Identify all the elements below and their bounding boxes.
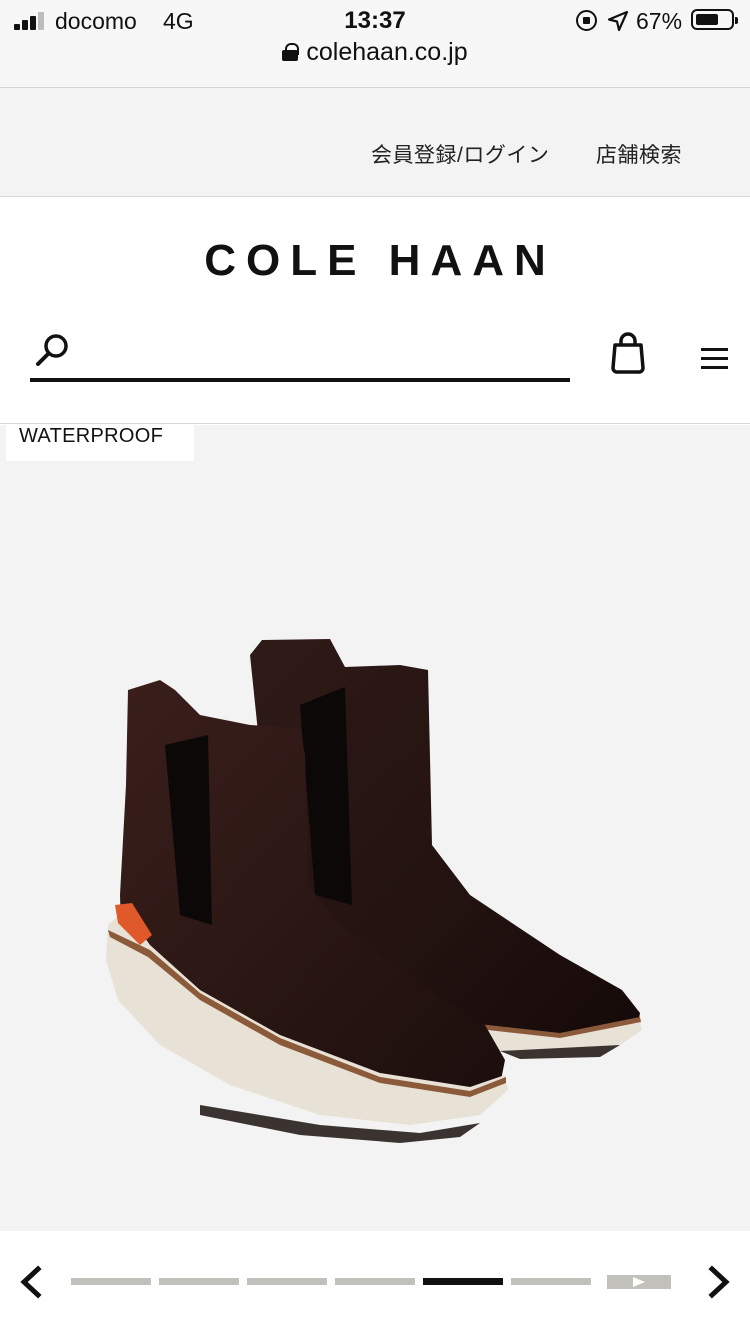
carousel-dot[interactable] xyxy=(71,1278,151,1285)
carousel-dot[interactable] xyxy=(335,1278,415,1285)
search-icon[interactable] xyxy=(34,332,70,368)
battery-percent: 67% xyxy=(636,8,683,34)
rotation-lock-icon xyxy=(576,10,597,31)
cole-haan-logo[interactable]: COLE HAAN xyxy=(0,236,750,286)
browser-chrome: docomo 4G 13:37 67% colehaan.co.jp xyxy=(0,0,750,88)
site-header: COLE HAAN xyxy=(0,198,750,424)
chevron-left-icon[interactable] xyxy=(16,1265,44,1299)
play-icon[interactable] xyxy=(607,1275,671,1289)
carousel-indicators xyxy=(71,1275,681,1289)
carousel-dot[interactable] xyxy=(511,1278,591,1285)
shopping-bag-icon[interactable] xyxy=(611,332,645,374)
url-text: colehaan.co.jp xyxy=(306,38,468,66)
waterproof-badge: WATERPROOF xyxy=(6,425,194,461)
login-register-link[interactable]: 会員登録/ログイン xyxy=(371,139,549,169)
carousel-dot[interactable] xyxy=(247,1278,327,1285)
search-bar[interactable] xyxy=(30,324,570,382)
menu-icon[interactable] xyxy=(701,348,728,370)
url-bar[interactable]: colehaan.co.jp xyxy=(0,38,750,78)
location-arrow-icon xyxy=(607,10,629,32)
carousel-controls xyxy=(0,1231,750,1334)
chevron-right-icon[interactable] xyxy=(706,1265,734,1299)
store-search-link[interactable]: 店舗検索 xyxy=(596,139,682,169)
product-image xyxy=(106,639,642,1143)
carousel-dot-active[interactable] xyxy=(423,1278,503,1285)
search-input[interactable] xyxy=(78,330,558,374)
status-bar: docomo 4G 13:37 67% xyxy=(0,0,750,40)
lock-icon xyxy=(282,43,300,61)
carousel-dot[interactable] xyxy=(159,1278,239,1285)
battery-icon xyxy=(691,9,738,30)
product-gallery[interactable]: WATERPROOF xyxy=(0,425,750,1231)
utility-nav: 会員登録/ログイン 店舗検索 xyxy=(0,88,750,197)
